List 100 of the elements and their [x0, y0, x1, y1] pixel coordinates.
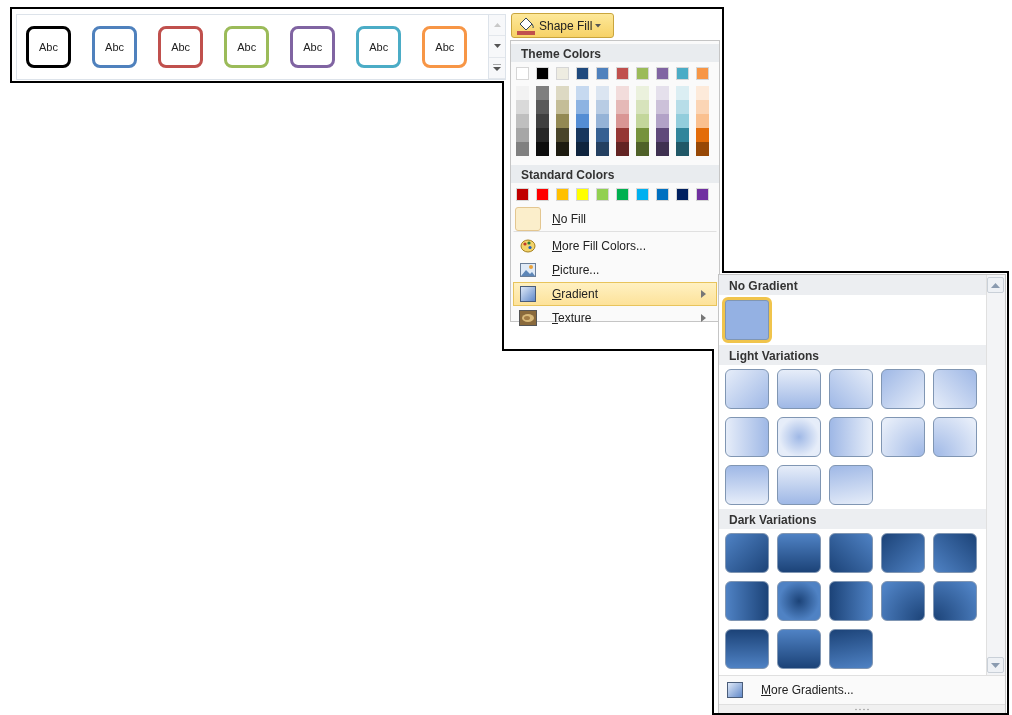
color-swatch[interactable]: [656, 142, 669, 156]
menu-item[interactable]: Picture...: [513, 258, 717, 282]
color-swatch[interactable]: [576, 128, 589, 142]
color-swatch[interactable]: [536, 86, 549, 100]
color-swatch[interactable]: [616, 142, 629, 156]
shape-style-swatch[interactable]: Abc: [224, 26, 270, 68]
gradient-swatch[interactable]: [933, 533, 977, 573]
color-swatch[interactable]: [556, 188, 569, 201]
menu-item[interactable]: No Fill: [513, 206, 717, 232]
gradient-swatch[interactable]: [829, 465, 873, 505]
color-swatch[interactable]: [596, 142, 609, 156]
color-swatch[interactable]: [576, 100, 589, 114]
color-swatch[interactable]: [576, 142, 589, 156]
gradient-swatch[interactable]: [777, 465, 821, 505]
shape-style-swatch[interactable]: Abc: [422, 26, 468, 68]
gradient-swatch[interactable]: [933, 581, 977, 621]
color-swatch[interactable]: [516, 114, 529, 128]
color-swatch[interactable]: [556, 67, 569, 80]
menu-item[interactable]: Texture: [513, 306, 717, 330]
color-swatch[interactable]: [676, 86, 689, 100]
color-swatch[interactable]: [596, 128, 609, 142]
gradient-swatch[interactable]: [777, 629, 821, 669]
gradient-swatch[interactable]: [829, 629, 873, 669]
color-swatch[interactable]: [676, 128, 689, 142]
color-swatch[interactable]: [616, 67, 629, 80]
color-swatch[interactable]: [536, 67, 549, 80]
gradient-swatch[interactable]: [881, 581, 925, 621]
gradient-swatch[interactable]: [777, 533, 821, 573]
shape-style-swatch[interactable]: Abc: [290, 26, 336, 68]
gradient-swatch[interactable]: [881, 369, 925, 409]
color-swatch[interactable]: [596, 67, 609, 80]
color-swatch[interactable]: [636, 142, 649, 156]
gradient-swatch[interactable]: [725, 629, 769, 669]
color-swatch[interactable]: [536, 100, 549, 114]
color-swatch[interactable]: [536, 142, 549, 156]
gradient-swatch[interactable]: [933, 369, 977, 409]
color-swatch[interactable]: [576, 188, 589, 201]
gradient-swatch[interactable]: [933, 417, 977, 457]
menu-item[interactable]: More Fill Colors...: [513, 234, 717, 258]
color-swatch[interactable]: [636, 128, 649, 142]
gradient-swatch[interactable]: [725, 533, 769, 573]
color-swatch[interactable]: [676, 188, 689, 201]
color-swatch[interactable]: [616, 114, 629, 128]
color-swatch[interactable]: [676, 67, 689, 80]
color-swatch[interactable]: [636, 67, 649, 80]
color-swatch[interactable]: [656, 67, 669, 80]
color-swatch[interactable]: [536, 188, 549, 201]
gradient-swatch[interactable]: [829, 533, 873, 573]
scroll-up-button[interactable]: [987, 277, 1004, 293]
color-swatch[interactable]: [656, 114, 669, 128]
color-swatch[interactable]: [516, 86, 529, 100]
color-swatch[interactable]: [676, 114, 689, 128]
gradient-swatch[interactable]: [881, 417, 925, 457]
gradient-swatch[interactable]: [777, 369, 821, 409]
color-swatch[interactable]: [676, 142, 689, 156]
color-swatch[interactable]: [596, 188, 609, 201]
color-swatch[interactable]: [636, 188, 649, 201]
resize-grip[interactable]: [719, 704, 1005, 713]
color-swatch[interactable]: [656, 128, 669, 142]
color-swatch[interactable]: [516, 100, 529, 114]
color-swatch[interactable]: [616, 86, 629, 100]
color-swatch[interactable]: [556, 86, 569, 100]
color-swatch[interactable]: [696, 100, 709, 114]
scroll-down-button[interactable]: [489, 36, 505, 58]
color-swatch[interactable]: [696, 67, 709, 80]
color-swatch[interactable]: [656, 100, 669, 114]
color-swatch[interactable]: [516, 67, 529, 80]
color-swatch[interactable]: [616, 100, 629, 114]
color-swatch[interactable]: [596, 86, 609, 100]
gradient-swatch[interactable]: [777, 581, 821, 621]
color-swatch[interactable]: [696, 86, 709, 100]
color-swatch[interactable]: [516, 188, 529, 201]
color-swatch[interactable]: [696, 188, 709, 201]
color-swatch[interactable]: [696, 114, 709, 128]
color-swatch[interactable]: [656, 188, 669, 201]
gradient-swatch[interactable]: [829, 417, 873, 457]
gradient-swatch[interactable]: [725, 581, 769, 621]
gradient-swatch[interactable]: [829, 369, 873, 409]
gradient-swatch[interactable]: [829, 581, 873, 621]
color-swatch[interactable]: [636, 114, 649, 128]
shape-style-swatch[interactable]: Abc: [26, 26, 72, 68]
gradient-swatch[interactable]: [725, 465, 769, 505]
more-button[interactable]: [489, 57, 505, 79]
shape-style-swatch[interactable]: Abc: [92, 26, 138, 68]
color-swatch[interactable]: [596, 100, 609, 114]
color-swatch[interactable]: [676, 100, 689, 114]
color-swatch[interactable]: [576, 67, 589, 80]
gradient-swatch[interactable]: [777, 417, 821, 457]
color-swatch[interactable]: [556, 114, 569, 128]
color-swatch[interactable]: [636, 100, 649, 114]
color-swatch[interactable]: [696, 128, 709, 142]
menu-item[interactable]: Gradient: [513, 282, 717, 306]
color-swatch[interactable]: [616, 188, 629, 201]
color-swatch[interactable]: [576, 86, 589, 100]
color-swatch[interactable]: [696, 142, 709, 156]
shape-style-swatch[interactable]: Abc: [158, 26, 204, 68]
scrollbar[interactable]: [986, 275, 1005, 675]
color-swatch[interactable]: [576, 114, 589, 128]
gradient-swatch[interactable]: [725, 369, 769, 409]
color-swatch[interactable]: [596, 114, 609, 128]
